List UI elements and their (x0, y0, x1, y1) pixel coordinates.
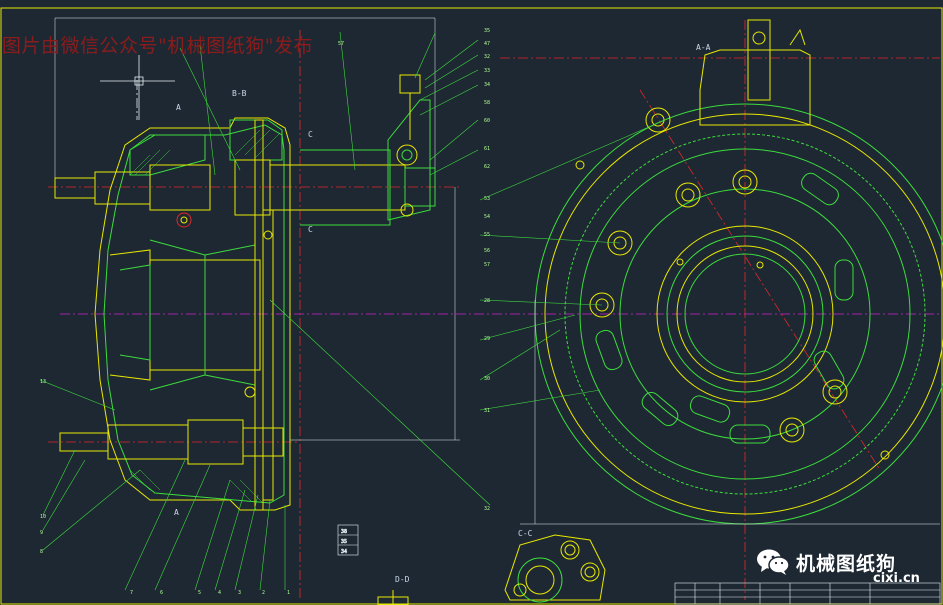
balloon-label: 62 (484, 164, 490, 170)
drawing-frame (0, 7, 943, 605)
view-label-dd: D-D (395, 575, 410, 584)
balloon-label: 32 (484, 54, 490, 60)
balloon-label: 1 (287, 590, 290, 596)
balloon-label: 47 (484, 41, 490, 47)
balloon-label: 13 (40, 379, 46, 385)
balloon-label: 56 (484, 248, 490, 254)
view-label-cc: C-C (518, 529, 533, 538)
balloon-label: 53 (484, 196, 490, 202)
balloon-label: 31 (484, 408, 490, 414)
section-marker-a-top: A (176, 103, 181, 112)
balloon-label: 6 (160, 590, 163, 596)
table-cell: 38 (341, 529, 347, 535)
balloon-label: 30 (484, 376, 490, 382)
site-url: cixi.cn (873, 571, 920, 586)
view-label-bb: B-B (232, 89, 247, 98)
center-lines (48, 20, 940, 600)
balloon-label: 60 (484, 118, 490, 124)
balloon-label: 4 (218, 590, 221, 596)
balloon-label: 32 (484, 506, 490, 512)
balloon-label: 57 (338, 41, 344, 47)
table-cell: 34 (341, 549, 347, 555)
balloon-label: 29 (484, 336, 490, 342)
balloon-label: 55 (484, 232, 490, 238)
section-marker-c-bottom: C (308, 225, 313, 234)
balloon-label: 5 (198, 590, 201, 596)
left-section-view-bb (54, 17, 460, 511)
balloon-label: 28 (484, 298, 490, 304)
balloon-label: 35 (484, 28, 490, 34)
watermark-text: 图片由微信公众号"机械图纸狗"发布 (2, 35, 313, 57)
title-block (674, 582, 941, 605)
balloon-label: 9 (40, 530, 43, 536)
wechat-icon (757, 549, 790, 575)
balloon-label: 7 (130, 590, 133, 596)
balloon-label: 8 (40, 549, 43, 555)
table-cell: 35 (341, 539, 347, 545)
view-label-aa: A-A (696, 43, 711, 52)
balloon-label: 54 (484, 214, 490, 220)
right-section-view-aa (520, 19, 943, 525)
balloon-label: 33 (484, 68, 490, 74)
balloon-label: 3 (238, 590, 241, 596)
section-marker-c-top: C (308, 130, 313, 139)
balloon-label: 34 (484, 82, 490, 88)
section-marker-a-bottom: A (174, 508, 179, 517)
balloon-label: 57 (484, 262, 490, 268)
detail-view-cc (504, 534, 606, 603)
cad-drawing-canvas[interactable]: 38 35 34 B-B A-A C-C D-D A A C C 35 47 3… (0, 0, 943, 605)
balloon-label: 10 (40, 514, 46, 520)
balloon-label: 2 (262, 590, 265, 596)
balloon-label: 58 (484, 100, 490, 106)
leader-lines (39, 31, 666, 591)
crosshair-cursor-icon (100, 55, 175, 120)
small-parts-table: 38 35 34 (337, 524, 359, 556)
balloon-label: 61 (484, 146, 490, 152)
detail-view-dd (377, 590, 409, 605)
